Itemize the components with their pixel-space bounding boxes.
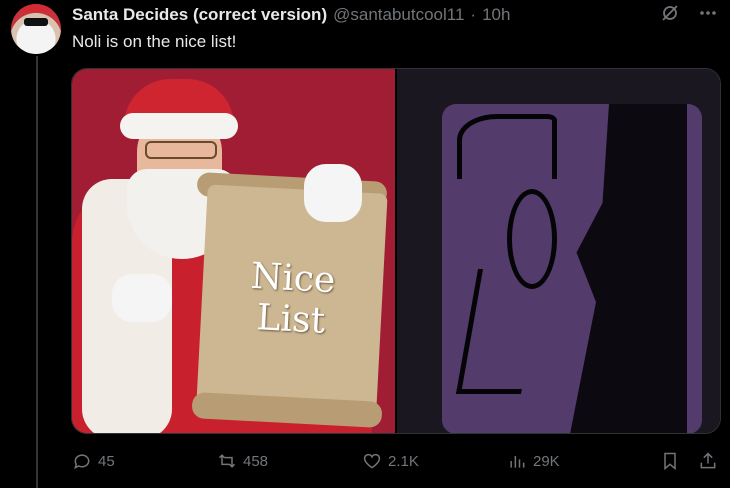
reply-icon — [74, 454, 90, 470]
santa-hat-trim — [120, 113, 238, 139]
views-button[interactable]: 29K — [507, 451, 657, 471]
tweet-header: Santa Decides (correct version) @santabu… — [72, 4, 510, 26]
avatar-sunglasses — [24, 18, 48, 26]
view-count: 29K — [533, 452, 560, 470]
tweet-text: Noli is on the nice list! — [72, 32, 237, 51]
repost-button[interactable]: 458 — [217, 451, 362, 471]
thread-line — [36, 56, 38, 488]
views-icon — [510, 456, 525, 468]
bookmark-icon — [664, 452, 676, 471]
sketch-image[interactable] — [397, 69, 720, 433]
more-icon[interactable] — [698, 3, 718, 28]
scroll-text-line2: List — [255, 297, 327, 342]
reply-count: 45 — [98, 452, 115, 470]
share-button[interactable] — [698, 451, 718, 471]
share-icon — [700, 452, 716, 469]
santa-glasses — [145, 141, 217, 159]
repost-icon — [218, 454, 236, 468]
like-button[interactable]: 2.1K — [362, 451, 507, 471]
scroll-text-line1: Nice — [249, 255, 337, 302]
action-bar: 45 458 2.1K 29K — [72, 448, 718, 474]
tweet-media[interactable]: Nice List — [71, 68, 721, 434]
like-icon — [363, 453, 381, 469]
handle[interactable]: @santabutcool11 — [333, 5, 464, 25]
reply-button[interactable]: 45 — [72, 451, 217, 471]
santa-glove-left — [112, 274, 172, 322]
tweet-top-icons — [660, 3, 718, 28]
bookmark-button[interactable] — [660, 451, 680, 471]
display-name[interactable]: Santa Decides (correct version) — [72, 5, 327, 25]
avatar-hat — [17, 4, 55, 12]
sketch-crown-stroke — [457, 114, 557, 179]
repost-count: 458 — [243, 452, 269, 470]
like-count: 2.1K — [388, 452, 419, 470]
santa-glove-right — [304, 164, 362, 222]
separator: · — [470, 5, 477, 24]
timestamp[interactable]: 10h — [482, 5, 510, 25]
action-bar-end — [660, 451, 718, 471]
santa-image[interactable]: Nice List — [72, 69, 395, 433]
nice-list-scroll: Nice List — [196, 184, 388, 414]
grok-icon[interactable] — [660, 3, 680, 28]
avatar[interactable] — [11, 4, 61, 54]
